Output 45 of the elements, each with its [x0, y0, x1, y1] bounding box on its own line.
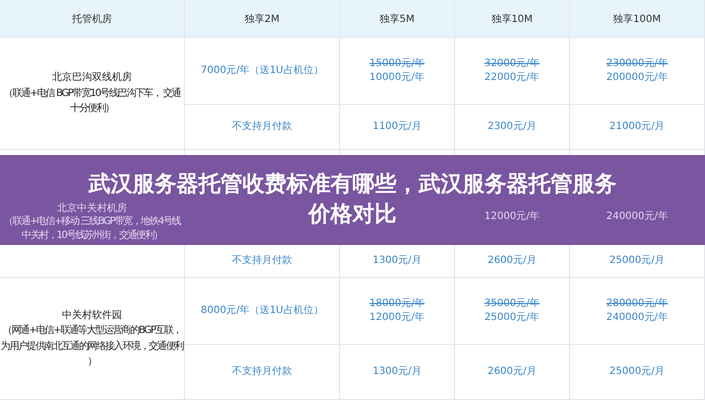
old-price: 18000元/年	[369, 297, 425, 311]
column-header: 独享10M	[491, 12, 533, 26]
room-description: （联通+电信 BGP带宽10号线巴沟下车， 交通	[4, 86, 180, 101]
banner-title: 武汉服务器托管收费标准有哪些，武汉服务器托管服务	[88, 171, 616, 200]
room-description: （联通+电信+移动 三线BGP带宽，地铁4号线	[4, 215, 180, 228]
room-description: 十分便利）	[70, 102, 114, 116]
room-description: ）	[88, 355, 96, 369]
column-header: 独享100M	[613, 12, 661, 26]
monthly-price: 2600元/月	[488, 254, 536, 268]
monthly-price: 不支持月付款	[232, 120, 292, 134]
room-description: 中关村，10号线苏州街，交通便利）	[22, 228, 162, 242]
monthly-price: 25000元/月	[609, 254, 665, 268]
room-description: 中关村软件园	[62, 308, 122, 322]
old-price: 32000元/年	[484, 57, 540, 71]
monthly-price: 2300元/月	[488, 120, 536, 134]
monthly-price: 1300元/月	[372, 254, 422, 268]
room-description: 北京巴沟双线机房	[52, 70, 132, 86]
old-price: 230000元/年	[606, 57, 668, 71]
new-price: 200000元/年	[606, 71, 668, 85]
new-price: 25000元/年	[484, 311, 540, 325]
old-price: 280000元/年	[606, 297, 668, 311]
column-header: 独享2M	[244, 12, 280, 26]
monthly-price: 21000元/月	[609, 120, 665, 134]
column-header: 托管机房	[72, 12, 112, 26]
monthly-price: 不支持月付款	[232, 254, 292, 268]
price-text: 240000元/年	[606, 210, 668, 224]
new-price: 10000元/年	[369, 71, 425, 85]
new-price: 22000元/年	[484, 71, 540, 85]
price-text: 8000元/年（送1U占机位）	[200, 304, 324, 318]
price-text: 7000元/年（送1U占机位）	[200, 64, 324, 78]
monthly-price: 25000元/月	[609, 365, 665, 379]
room-description: 北京中关村机房	[57, 202, 127, 215]
column-header: 独享5M	[380, 12, 414, 26]
monthly-price: 1300元/月	[372, 365, 422, 379]
room-description: 为用户提供南北互通的网络接入环境，交通便利	[0, 340, 184, 354]
monthly-price: 1100元/月	[372, 120, 422, 134]
banner-title: 价格对比	[308, 201, 396, 229]
new-price: 240000元/年	[606, 311, 668, 325]
old-price: 35000元/年	[484, 297, 540, 311]
new-price: 12000元/年	[369, 311, 425, 325]
monthly-price: 不支持月付款	[232, 365, 292, 379]
monthly-price: 2600元/月	[488, 365, 536, 379]
room-description: （网通+电信+联通等大型运营商的BGP互联，	[2, 324, 182, 338]
old-price: 15000元/年	[369, 57, 425, 71]
price-text: 12000元/年	[484, 210, 540, 224]
